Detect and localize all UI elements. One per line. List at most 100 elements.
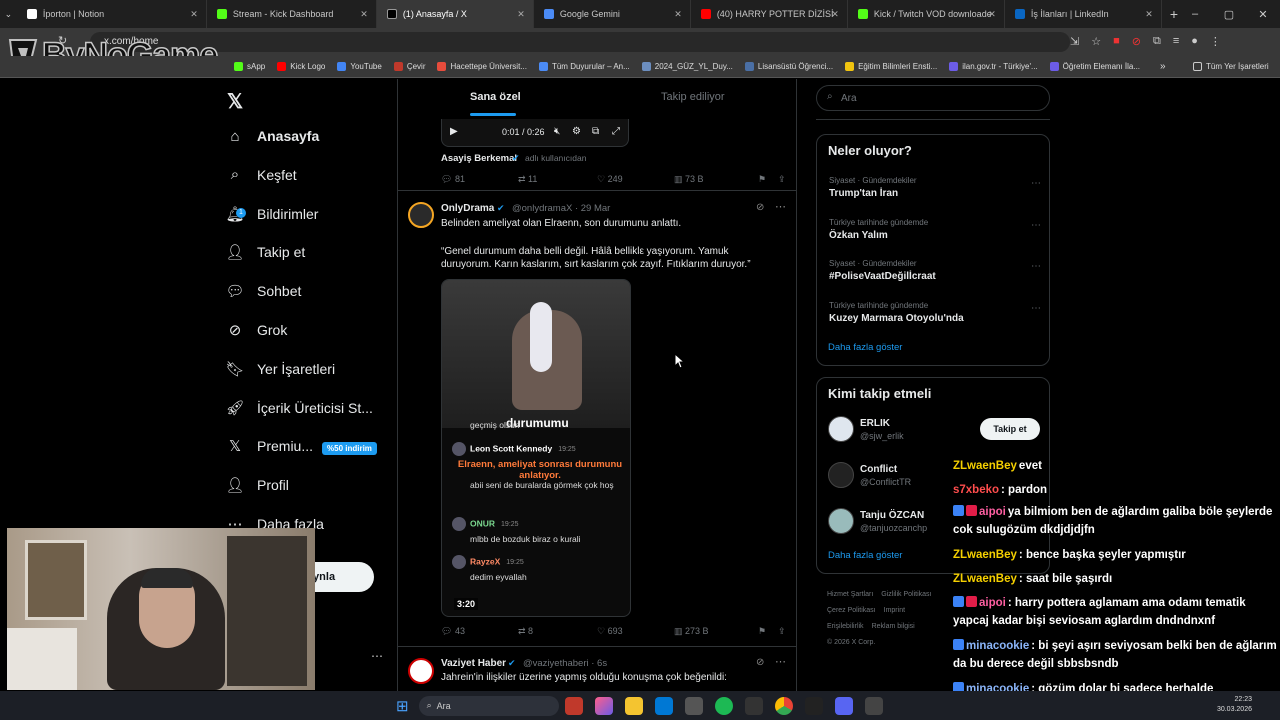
avatar[interactable] xyxy=(828,508,854,534)
trend-item[interactable]: Siyaset · Gündemdekiler Trump'tan İran ⋯ xyxy=(829,176,1041,199)
bookmark-item[interactable]: ilan.gov.tr - Türkiye'... xyxy=(949,62,1038,71)
footer-link[interactable]: Çerez Politikası xyxy=(827,603,876,619)
suggested-user-name[interactable]: ERLIK xyxy=(860,418,890,429)
extension-red-icon[interactable]: ■ xyxy=(1113,35,1120,48)
views-icon[interactable]: ▥ 273 B xyxy=(674,626,758,637)
trend-item[interactable]: Türkiye tarihinde gündemde Özkan Yalım ⋯ xyxy=(829,218,1041,241)
nav-item-3[interactable]: 👤︎ Takip et xyxy=(225,242,305,262)
tab-close-icon[interactable]: ✕ xyxy=(1145,9,1153,20)
store-icon[interactable] xyxy=(684,696,703,715)
trend-more-icon[interactable]: ⋯ xyxy=(1031,220,1041,231)
tweet-author[interactable]: Asayiş Berkemal xyxy=(441,153,517,164)
avatar[interactable] xyxy=(408,202,434,228)
trend-more-icon[interactable]: ⋯ xyxy=(1031,303,1041,314)
tab-following[interactable]: Takip ediliyor xyxy=(661,91,725,103)
nav-item-4[interactable]: 💬︎ Sohbet xyxy=(225,281,301,301)
tweet-author[interactable]: Vaziyet Haber xyxy=(441,658,506,669)
browser-tab[interactable]: (1) Anasayfa / X ✕ xyxy=(376,0,534,28)
bookmark-item[interactable]: Lisansüstü Öğrenci... xyxy=(744,62,833,71)
fullscreen-icon[interactable]: ⤢ xyxy=(612,126,620,137)
taskbar-search[interactable]: ⌕ Ara xyxy=(418,695,559,716)
x-logo-icon[interactable]: 𝕏 xyxy=(227,89,243,114)
bookmark-item[interactable]: Kick Logo xyxy=(277,62,325,71)
share-icon[interactable]: ⇪ xyxy=(778,626,786,637)
trend-item[interactable]: Türkiye tarihinde gündemde Kuzey Marmara … xyxy=(829,301,1041,324)
mute-icon[interactable]: 🔇︎ xyxy=(554,126,560,137)
menu-icon[interactable]: ⋮ xyxy=(1210,35,1221,48)
avatar[interactable] xyxy=(828,462,854,488)
avatar[interactable] xyxy=(408,658,434,684)
spotify-icon[interactable] xyxy=(714,696,733,715)
more-bookmarks-icon[interactable]: » xyxy=(1160,61,1166,72)
tab-list-icon[interactable]: ⌄ xyxy=(0,9,17,20)
bookmark-icon[interactable]: ⚑ xyxy=(758,626,778,637)
bookmark-icon[interactable]: ⚑ xyxy=(758,174,778,185)
tweet[interactable]: OnlyDrama ✔ @onlydramaX · 29 Mar ⊘ ⋯ Bel… xyxy=(398,192,796,647)
clock[interactable]: 22:23 30.03.2026 xyxy=(1208,695,1252,715)
star-icon[interactable]: ☆ xyxy=(1091,35,1101,48)
bookmark-item[interactable]: sApp xyxy=(234,62,265,71)
trends-show-more[interactable]: Daha fazla göster xyxy=(828,342,902,353)
nav-item-1[interactable]: ⌕ Keşfet xyxy=(225,165,297,185)
footer-link[interactable]: Imprint xyxy=(884,603,905,619)
search-input[interactable]: ⌕ Ara xyxy=(816,85,1050,111)
bookmark-item[interactable]: Tüm Duyurular – An... xyxy=(538,62,630,71)
more-icon[interactable]: ⋯ xyxy=(775,655,786,668)
bookmark-item[interactable]: Eğitim Bilimleri Ensti... xyxy=(845,62,937,71)
pip-icon[interactable]: ⧉ xyxy=(592,126,599,137)
tab-close-icon[interactable]: ✕ xyxy=(831,9,839,20)
settings-icon[interactable]: ⚙ xyxy=(572,126,581,137)
extension-icon2[interactable]: ⊘ xyxy=(1132,35,1141,48)
tab-close-icon[interactable]: ✕ xyxy=(988,9,996,20)
footer-link[interactable]: Erişilebilirlik xyxy=(827,619,864,635)
discord-icon[interactable] xyxy=(834,696,853,715)
trend-more-icon[interactable]: ⋯ xyxy=(1031,178,1041,189)
avatar[interactable] xyxy=(828,416,854,442)
install-icon[interactable]: ⇲ xyxy=(1070,35,1079,48)
start-icon[interactable]: ⊞ xyxy=(396,697,409,715)
nav-item-0[interactable]: ⌂ Anasayfa xyxy=(225,126,319,146)
bookmark-item[interactable]: YouTube xyxy=(337,62,382,71)
tab-close-icon[interactable]: ✕ xyxy=(360,9,368,20)
like-icon[interactable]: ♡ 249 xyxy=(597,174,674,185)
follow-button[interactable]: Takip et xyxy=(980,418,1040,440)
tab-close-icon[interactable]: ✕ xyxy=(517,9,525,20)
more-icon[interactable]: ⋯ xyxy=(775,200,786,213)
file-explorer-icon[interactable] xyxy=(624,696,643,715)
suggested-user-name[interactable]: Conflict xyxy=(860,464,897,475)
trend-item[interactable]: Siyaset · Gündemdekiler #PoliseVaatDeğilİ… xyxy=(829,259,1041,282)
all-bookmarks[interactable]: Tüm Yer İşaretleri xyxy=(1193,62,1269,71)
nav-item-8[interactable]: 𝕏 Premiu... xyxy=(225,436,313,456)
reply-icon[interactable]: 💬︎ 43 xyxy=(441,626,518,637)
url-field[interactable] xyxy=(90,32,1070,52)
suggested-user-name[interactable]: Tanju ÖZCAN xyxy=(860,510,924,521)
nav-item-7[interactable]: 🚀︎ İçerik Üreticisi St... xyxy=(225,398,372,418)
nav-item-5[interactable]: ⊘ Grok xyxy=(225,320,288,340)
copilot-icon[interactable] xyxy=(594,696,613,715)
account-more-icon[interactable]: ⋯ xyxy=(371,649,383,663)
grok-icon[interactable]: ⊘ xyxy=(756,202,764,213)
maximize-icon[interactable]: ▢ xyxy=(1212,8,1246,21)
who-show-more[interactable]: Daha fazla göster xyxy=(828,550,902,561)
browser-tab[interactable]: (40) HARRY POTTER DİZİSİ FRA✕ xyxy=(691,0,848,28)
footer-link[interactable]: Reklam bilgisi xyxy=(872,619,915,635)
tweet[interactable]: Asayiş Berkemal ✔ adlı kullanıcıdan 💬︎ 8… xyxy=(398,153,796,191)
retweet-icon[interactable]: ⇄ 11 xyxy=(518,174,597,185)
bookmark-item[interactable]: Öğretim Elemanı İla... xyxy=(1049,62,1140,71)
nav-item-9[interactable]: 👤︎ Profil xyxy=(225,475,288,495)
browser-tab[interactable]: Kick / Twitch VOD downloader ✕ xyxy=(848,0,1005,28)
nav-item-6[interactable]: 🔖︎ Yer İşaretleri xyxy=(225,359,335,379)
tab-close-icon[interactable]: ✕ xyxy=(190,9,198,20)
new-tab-button[interactable]: + xyxy=(1170,6,1178,22)
obs-icon[interactable] xyxy=(864,696,883,715)
like-icon[interactable]: ♡ 693 xyxy=(597,626,674,637)
browser-tab[interactable]: Stream - Kick Dashboard ✕ xyxy=(207,0,377,28)
bookmark-item[interactable]: Çevir xyxy=(393,62,425,71)
browser-tab[interactable]: İş İlanları | LinkedIn ✕ xyxy=(1005,0,1162,28)
media-icon[interactable]: ≡ xyxy=(1173,35,1179,48)
reply-icon[interactable]: 💬︎ 81 xyxy=(441,174,518,185)
profile-avatar[interactable]: ● xyxy=(1191,35,1198,48)
tweet-author[interactable]: OnlyDrama xyxy=(441,203,494,214)
tab-for-you[interactable]: Sana özel xyxy=(470,91,521,103)
outlook-icon[interactable] xyxy=(654,696,673,715)
